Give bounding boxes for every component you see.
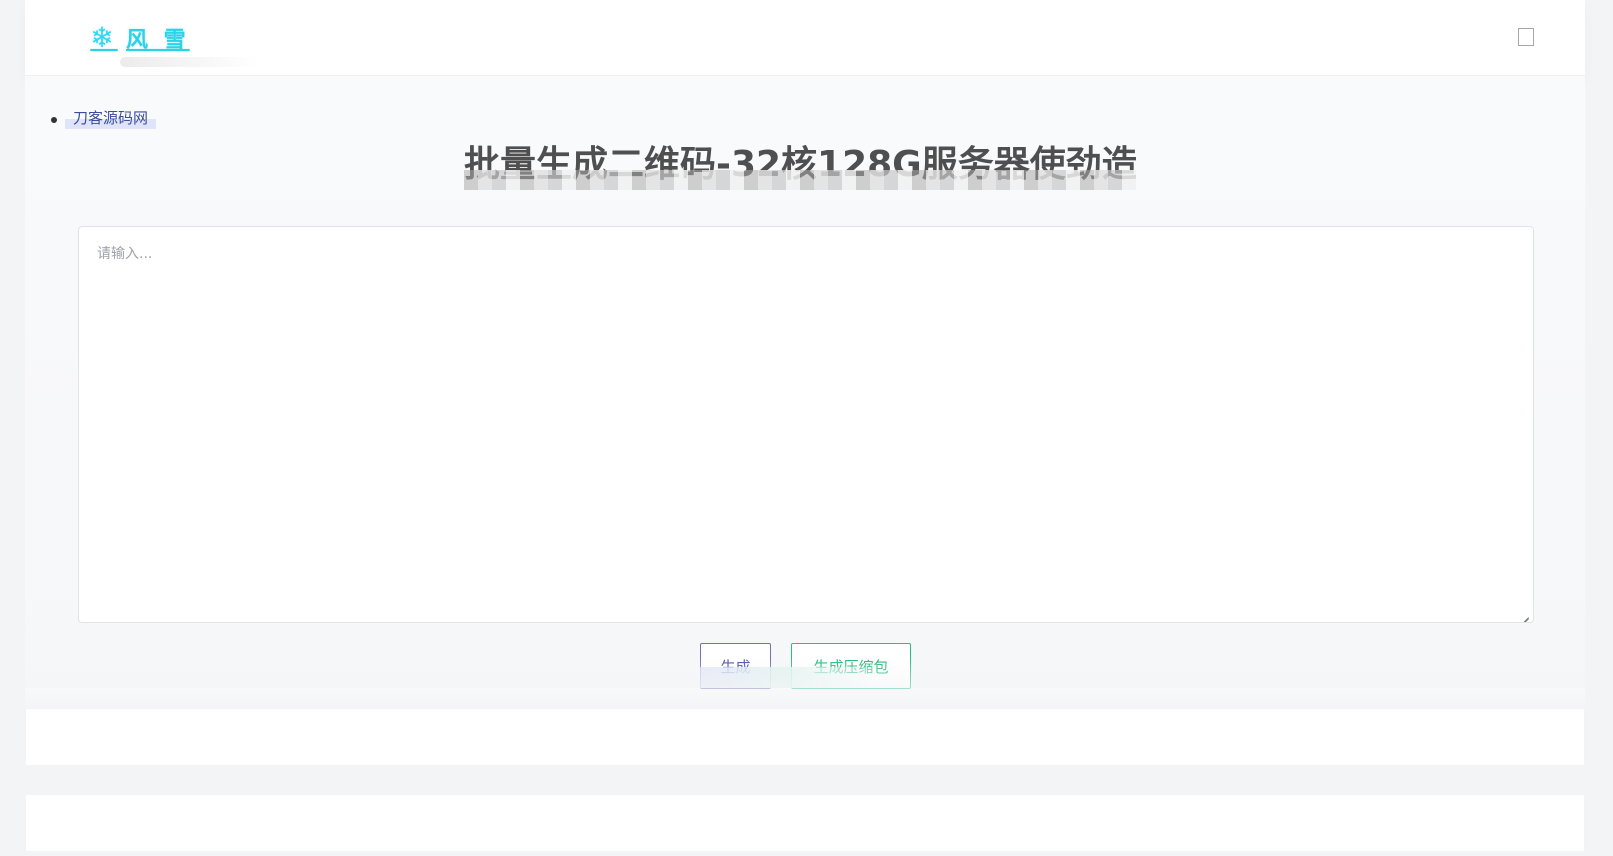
breadcrumb: 刀客源码网 — [51, 107, 157, 129]
breadcrumb-link-site[interactable]: 刀客源码网 — [65, 107, 157, 129]
footer-panel-bottom — [25, 794, 1585, 852]
footer-panel-top — [25, 708, 1585, 766]
snowflake-icon: ❄ — [90, 21, 118, 54]
qr-content-input[interactable] — [79, 227, 1533, 622]
qr-content-input-wrapper — [78, 226, 1534, 623]
menu-box-icon[interactable] — [1518, 28, 1534, 46]
brand-text: 风 雪 — [126, 28, 190, 53]
qr-batch-page: ❄ 风 雪 刀客源码网 批量生成二维码-32核128G服务器使劲造 生成 生成压… — [0, 0, 1613, 856]
left-page-gutter — [0, 0, 25, 856]
logo-highlight — [120, 57, 260, 67]
title-redaction-overlay — [464, 170, 1136, 190]
site-logo-link[interactable]: ❄ 风 雪 — [88, 20, 190, 56]
resize-handle-icon[interactable] — [1517, 606, 1529, 618]
bullet-icon — [51, 117, 57, 123]
content-bottom-fade — [25, 658, 1585, 708]
right-page-gutter — [1585, 0, 1613, 856]
bottom-edge — [25, 852, 1585, 856]
footer-spacer — [25, 766, 1585, 794]
top-header: ❄ 风 雪 — [25, 0, 1585, 76]
